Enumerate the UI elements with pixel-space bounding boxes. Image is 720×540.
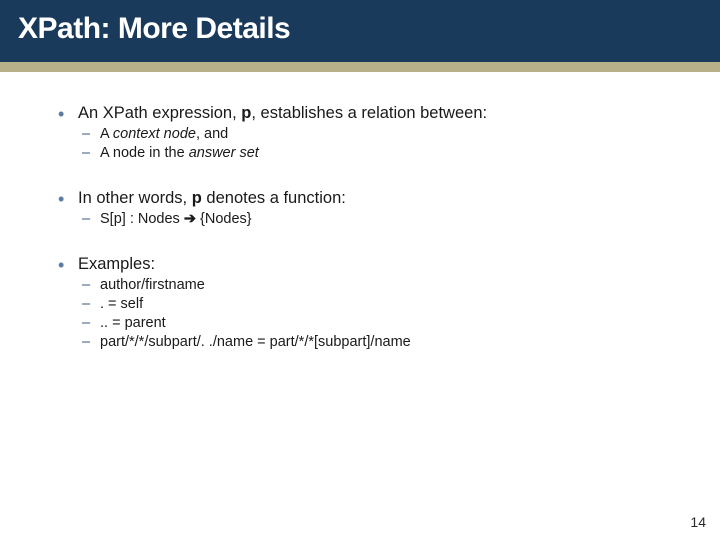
text: denotes a function: bbox=[202, 189, 346, 207]
example-self: . = self bbox=[80, 296, 680, 312]
example-path-equiv: part/*/*/subpart/. ./name = part/*/*[sub… bbox=[80, 334, 680, 350]
slide-title: XPath: More Details bbox=[18, 12, 702, 46]
italic-context-node: context node bbox=[113, 126, 196, 142]
text: S[ bbox=[100, 211, 114, 227]
text: A node in the bbox=[100, 145, 189, 161]
page-number: 14 bbox=[690, 514, 706, 530]
bullet-expression-relation: An XPath expression, p, establishes a re… bbox=[56, 104, 680, 123]
example-author-firstname: author/firstname bbox=[80, 277, 680, 293]
bullet-group-2: In other words, p denotes a function: S[… bbox=[56, 189, 680, 227]
bullet-function-sig: S[p] : Nodes ➔ {Nodes} bbox=[80, 211, 680, 227]
title-bar: XPath: More Details bbox=[0, 0, 720, 62]
italic-answer-set: answer set bbox=[189, 145, 259, 161]
text: {Nodes} bbox=[196, 211, 252, 227]
text: , establishes a relation between: bbox=[251, 104, 487, 122]
bullet-group-3: Examples: author/firstname . = self .. =… bbox=[56, 255, 680, 350]
arrow-icon: ➔ bbox=[184, 211, 196, 227]
slide: XPath: More Details An XPath expression,… bbox=[0, 0, 720, 540]
bullet-context-node: A context node, and bbox=[80, 126, 680, 142]
text: An XPath expression, bbox=[78, 104, 241, 122]
bullet-examples: Examples: bbox=[56, 255, 680, 274]
bullet-group-1: An XPath expression, p, establishes a re… bbox=[56, 104, 680, 161]
var-p: p bbox=[241, 104, 251, 122]
var-p: p bbox=[114, 211, 122, 227]
text: A bbox=[100, 126, 113, 142]
slide-content: An XPath expression, p, establishes a re… bbox=[0, 72, 720, 350]
text: , and bbox=[196, 126, 228, 142]
bullet-function: In other words, p denotes a function: bbox=[56, 189, 680, 208]
accent-bar bbox=[0, 62, 720, 72]
text: In other words, bbox=[78, 189, 192, 207]
var-p: p bbox=[192, 189, 202, 207]
example-parent: .. = parent bbox=[80, 315, 680, 331]
bullet-answer-set: A node in the answer set bbox=[80, 145, 680, 161]
text: ] : Nodes bbox=[122, 211, 184, 227]
